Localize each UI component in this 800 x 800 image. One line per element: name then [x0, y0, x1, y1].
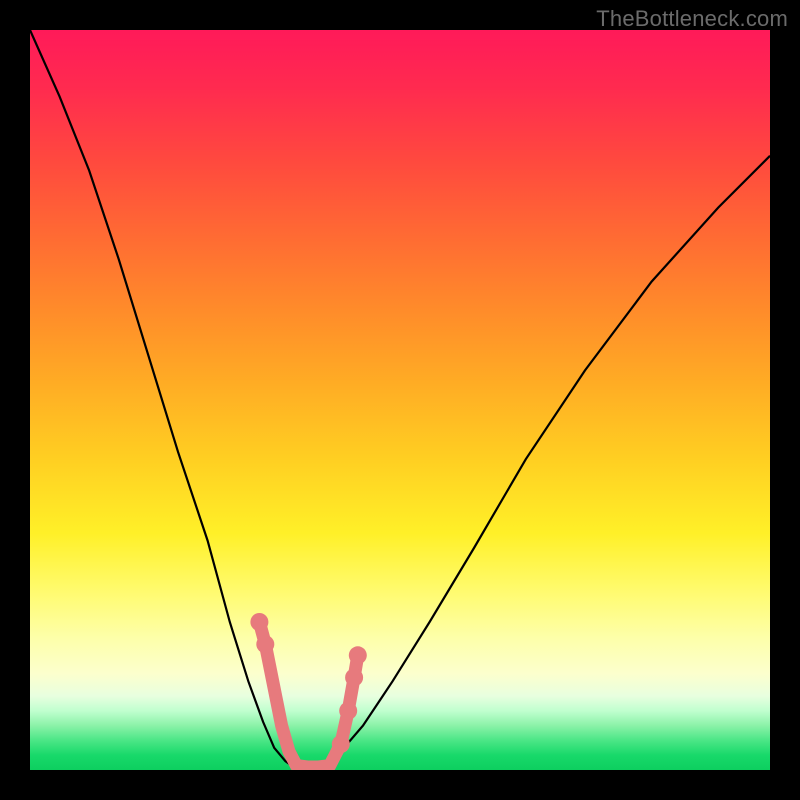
- chart-svg: [30, 30, 770, 770]
- highlight-dot: [339, 702, 357, 720]
- watermark-text: TheBottleneck.com: [596, 6, 788, 32]
- outer-frame: TheBottleneck.com: [0, 0, 800, 800]
- curve-right-branch: [326, 156, 770, 767]
- highlight-dot: [345, 669, 363, 687]
- highlight-dot: [349, 646, 367, 664]
- curve-left-branch: [30, 30, 293, 766]
- highlight-dot: [332, 735, 350, 753]
- plot-area: [30, 30, 770, 770]
- highlight-dot: [256, 635, 274, 653]
- highlight-dot: [250, 613, 268, 631]
